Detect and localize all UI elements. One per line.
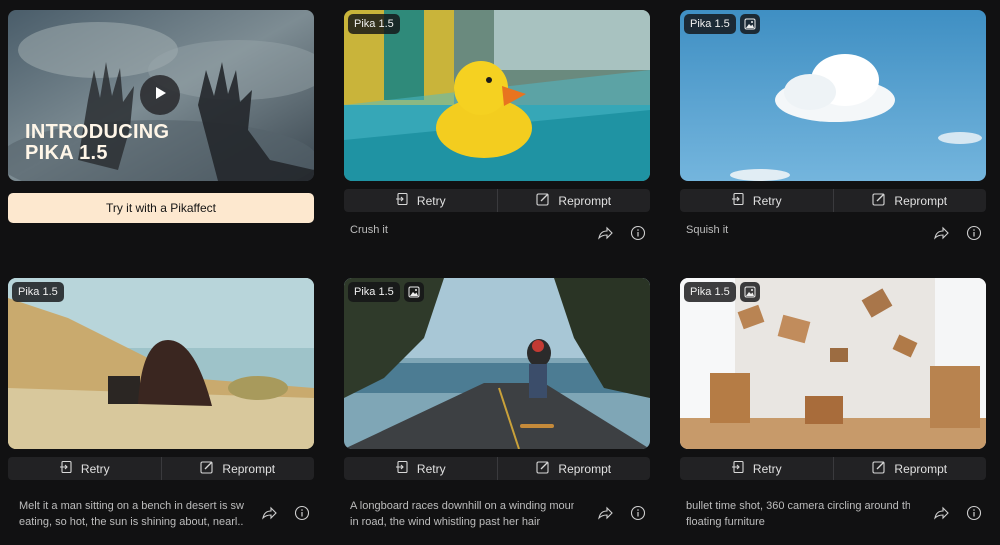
prompt-caption-line2: eating, so hot, the sun is shining about… [19,516,244,528]
video-thumbnail[interactable] [680,10,986,181]
reprompt-icon [536,460,550,477]
prompt-caption-line2: floating furniture [686,516,765,528]
promo-title-line2: PIKA 1.5 [25,142,108,164]
image-icon [739,14,760,34]
share-icon[interactable] [597,505,613,526]
prompt-caption: Melt it a man sitting on a bench in dese… [19,498,244,530]
share-icon[interactable] [597,225,613,246]
prompt-caption-line1: bullet time shot, 360 camera circling ar… [686,500,910,512]
retry-label: Retry [416,461,446,476]
video-thumbnail[interactable] [8,278,314,449]
action-bar: Retry Reprompt [680,189,986,212]
reprompt-button[interactable]: Reprompt [832,189,987,212]
retry-button[interactable]: Retry [344,189,497,212]
retry-icon [731,460,745,477]
model-badge: Pika 1.5 [12,282,64,302]
prompt-caption: bullet time shot, 360 camera circling ar… [686,498,910,530]
reprompt-button[interactable]: Reprompt [160,457,315,480]
reprompt-button[interactable]: Reprompt [496,189,651,212]
reprompt-icon [536,192,550,209]
retry-button[interactable]: Retry [680,457,833,480]
retry-icon [395,460,409,477]
retry-icon [395,192,409,209]
action-bar: Retry Reprompt [344,457,650,480]
info-icon[interactable] [966,505,982,526]
badge-group: Pika 1.5 [348,282,424,302]
reprompt-label: Reprompt [222,461,276,476]
video-thumbnail[interactable] [344,10,650,181]
card-tools [597,225,646,246]
promo-title: INTRODUCING PIKA 1.5 [25,122,169,164]
promo-title-line1: INTRODUCING [25,121,170,143]
reprompt-icon [200,460,214,477]
image-icon [739,282,760,302]
retry-button[interactable]: Retry [344,457,497,480]
play-icon [152,85,168,106]
reprompt-label: Reprompt [558,193,612,208]
card-tools [261,505,310,526]
share-icon[interactable] [933,505,949,526]
action-bar: Retry Reprompt [8,457,314,480]
action-bar: Retry Reprompt [344,189,650,212]
retry-label: Retry [416,193,446,208]
reprompt-button[interactable]: Reprompt [832,457,987,480]
card-tools [933,225,982,246]
prompt-caption: Crush it [350,224,388,236]
retry-icon [59,460,73,477]
reprompt-icon [872,460,886,477]
action-bar: Retry Reprompt [680,457,986,480]
reprompt-label: Reprompt [894,461,948,476]
card-tools [597,505,646,526]
share-icon[interactable] [933,225,949,246]
retry-button[interactable]: Retry [680,189,833,212]
model-badge: Pika 1.5 [348,14,400,34]
badge-group: Pika 1.5 [12,282,64,302]
video-thumbnail[interactable] [344,278,650,449]
badge-group: Pika 1.5 [684,14,760,34]
retry-label: Retry [752,461,782,476]
play-button[interactable] [140,75,180,115]
info-icon[interactable] [966,225,982,246]
badge-group: Pika 1.5 [684,282,760,302]
reprompt-button[interactable]: Reprompt [496,457,651,480]
prompt-caption-line2: in road, the wind whistling past her hai… [350,516,541,528]
info-icon[interactable] [630,505,646,526]
image-icon [403,282,424,302]
model-badge: Pika 1.5 [684,282,736,302]
reprompt-icon [872,192,886,209]
video-thumbnail[interactable] [680,278,986,449]
info-icon[interactable] [294,505,310,526]
prompt-caption: A longboard races downhill on a winding … [350,498,574,530]
reprompt-label: Reprompt [558,461,612,476]
model-badge: Pika 1.5 [348,282,400,302]
reprompt-label: Reprompt [894,193,948,208]
info-icon[interactable] [630,225,646,246]
try-pikaffect-button[interactable]: Try it with a Pikaffect [8,193,314,223]
prompt-caption: Squish it [686,224,729,236]
retry-button[interactable]: Retry [8,457,161,480]
retry-label: Retry [80,461,110,476]
prompt-caption-line1: Melt it a man sitting on a bench in dese… [19,500,244,512]
prompt-caption-line1: A longboard races downhill on a winding … [350,500,574,512]
retry-icon [731,192,745,209]
retry-label: Retry [752,193,782,208]
share-icon[interactable] [261,505,277,526]
model-badge: Pika 1.5 [684,14,736,34]
card-tools [933,505,982,526]
badge-group: Pika 1.5 [348,14,400,34]
